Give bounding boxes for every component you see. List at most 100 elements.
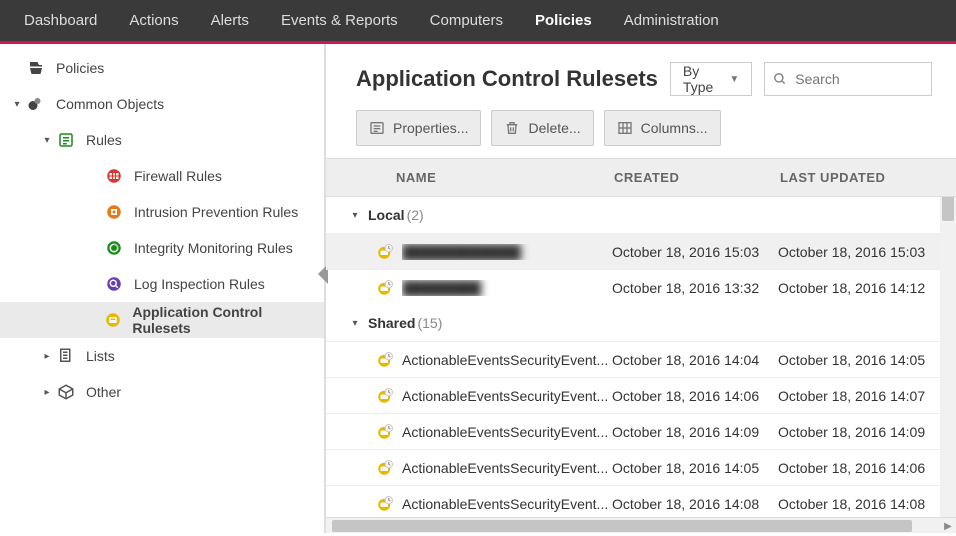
sidebar-item-rules[interactable]: ▾ Rules — [0, 122, 324, 158]
row-created: October 18, 2016 14:08 — [612, 496, 778, 512]
row-created: October 18, 2016 14:06 — [612, 388, 778, 404]
sidebar-item-policies[interactable]: Policies — [0, 50, 324, 86]
sidebar-item-intrusion-prevention-rules[interactable]: Intrusion Prevention Rules — [0, 194, 324, 230]
sidebar-item-label: Integrity Monitoring Rules — [134, 240, 293, 256]
sidebar-item-log-inspection-rules[interactable]: Log Inspection Rules — [0, 266, 324, 302]
integrity-icon — [104, 238, 124, 258]
nav-actions[interactable]: Actions — [113, 0, 194, 43]
search-input[interactable] — [795, 71, 923, 87]
sidebar-item-label: Policies — [56, 60, 104, 76]
type-filter-label: By Type — [683, 63, 717, 95]
table: NAME CREATED LAST UPDATED ▾ Local (2) ████… — [326, 158, 956, 517]
lists-icon — [56, 346, 76, 366]
sidebar-item-firewall-rules[interactable]: Firewall Rules — [0, 158, 324, 194]
ruleset-icon — [376, 279, 394, 297]
chevron-right-icon[interactable]: ▸ — [38, 387, 56, 398]
row-updated: October 18, 2016 14:06 — [778, 460, 956, 476]
row-created: October 18, 2016 14:05 — [612, 460, 778, 476]
columns-button[interactable]: Columns... — [604, 110, 721, 146]
table-row[interactable]: ████████October 18, 2016 13:32October 18… — [326, 269, 956, 305]
row-created: October 18, 2016 14:04 — [612, 352, 778, 368]
chevron-down-icon: ▼ — [729, 74, 739, 85]
nav-administration[interactable]: Administration — [608, 0, 735, 43]
nav-dashboard[interactable]: Dashboard — [8, 0, 113, 43]
row-name: ActionableEventsSecurityEvent... — [402, 424, 612, 440]
row-name: ActionableEventsSecurityEvent... — [402, 388, 612, 404]
group-name: Local — [368, 207, 405, 223]
columns-icon — [617, 120, 633, 136]
row-updated: October 18, 2016 14:12 — [778, 280, 956, 296]
delete-label: Delete... — [528, 120, 580, 136]
nav-policies[interactable]: Policies — [519, 0, 608, 43]
intrusion-icon — [104, 202, 124, 222]
sidebar: Policies▾Common Objects▾RulesFirewall Ru… — [0, 44, 326, 533]
sidebar-item-other[interactable]: ▸ Other — [0, 374, 324, 410]
sidebar-item-label: Application Control Rulesets — [132, 304, 316, 336]
trash-icon — [504, 120, 520, 136]
top-nav: DashboardActionsAlertsEvents & ReportsCo… — [0, 0, 956, 44]
column-header-created[interactable]: CREATED — [614, 170, 780, 185]
group-row-local[interactable]: ▾ Local (2) — [326, 197, 956, 233]
group-count: (2) — [407, 207, 424, 223]
policies-icon — [26, 58, 46, 78]
vertical-scrollbar[interactable] — [940, 159, 956, 517]
row-updated: October 18, 2016 15:03 — [778, 244, 956, 260]
table-row[interactable]: ActionableEventsSecurityEvent...October … — [326, 377, 956, 413]
type-filter-dropdown[interactable]: By Type ▼ — [670, 62, 752, 96]
nav-alerts[interactable]: Alerts — [195, 0, 265, 43]
properties-button[interactable]: Properties... — [356, 110, 481, 146]
ruleset-icon — [376, 423, 394, 441]
log-icon — [104, 274, 124, 294]
row-updated: October 18, 2016 14:09 — [778, 424, 956, 440]
table-row[interactable]: ActionableEventsSecurityEvent...October … — [326, 485, 956, 517]
search-icon — [773, 72, 787, 86]
row-name: ████████ — [402, 280, 612, 296]
group-name: Shared — [368, 315, 415, 331]
horizontal-scrollbar[interactable]: ▶ — [326, 517, 956, 533]
page-title: Application Control Rulesets — [356, 66, 658, 92]
row-created: October 18, 2016 14:09 — [612, 424, 778, 440]
row-name: ActionableEventsSecurityEvent... — [402, 352, 612, 368]
ruleset-icon — [376, 495, 394, 513]
ruleset-icon — [376, 351, 394, 369]
sidebar-item-label: Rules — [86, 132, 122, 148]
properties-label: Properties... — [393, 120, 468, 136]
sidebar-item-integrity-monitoring-rules[interactable]: Integrity Monitoring Rules — [0, 230, 324, 266]
row-created: October 18, 2016 15:03 — [612, 244, 778, 260]
rules-icon — [56, 130, 76, 150]
chevron-down-icon[interactable]: ▾ — [38, 135, 56, 146]
column-header-updated[interactable]: LAST UPDATED — [780, 170, 956, 185]
column-header-name[interactable]: NAME — [326, 170, 614, 185]
ruleset-icon — [376, 459, 394, 477]
other-icon — [56, 382, 76, 402]
nav-computers[interactable]: Computers — [414, 0, 519, 43]
sidebar-item-common-objects[interactable]: ▾Common Objects — [0, 86, 324, 122]
table-row[interactable]: ActionableEventsSecurityEvent...October … — [326, 341, 956, 377]
sidebar-item-label: Log Inspection Rules — [134, 276, 265, 292]
nav-events-reports[interactable]: Events & Reports — [265, 0, 414, 43]
chevron-down-icon: ▾ — [346, 318, 364, 329]
sidebar-item-label: Firewall Rules — [134, 168, 222, 184]
appctrl-icon — [103, 310, 122, 330]
sidebar-item-label: Other — [86, 384, 121, 400]
group-row-shared[interactable]: ▾ Shared (15) — [326, 305, 956, 341]
chevron-right-icon[interactable]: ▸ — [38, 351, 56, 362]
row-updated: October 18, 2016 14:05 — [778, 352, 956, 368]
chevron-down-icon[interactable]: ▾ — [8, 99, 26, 110]
main-panel: Application Control Rulesets By Type ▼ P… — [326, 44, 956, 533]
table-header: NAME CREATED LAST UPDATED — [326, 159, 956, 197]
sidebar-item-lists[interactable]: ▸Lists — [0, 338, 324, 374]
chevron-down-icon: ▾ — [346, 210, 364, 221]
table-row[interactable]: ████████████October 18, 2016 15:03Octobe… — [326, 233, 956, 269]
firewall-icon — [104, 166, 124, 186]
group-count: (15) — [417, 315, 442, 331]
row-updated: October 18, 2016 14:07 — [778, 388, 956, 404]
sidebar-item-application-control-rulesets[interactable]: Application Control Rulesets — [0, 302, 324, 338]
search-box[interactable] — [764, 62, 932, 96]
table-row[interactable]: ActionableEventsSecurityEvent...October … — [326, 413, 956, 449]
sidebar-item-label: Intrusion Prevention Rules — [134, 204, 298, 220]
delete-button[interactable]: Delete... — [491, 110, 593, 146]
properties-icon — [369, 120, 385, 136]
columns-label: Columns... — [641, 120, 708, 136]
table-row[interactable]: ActionableEventsSecurityEvent...October … — [326, 449, 956, 485]
